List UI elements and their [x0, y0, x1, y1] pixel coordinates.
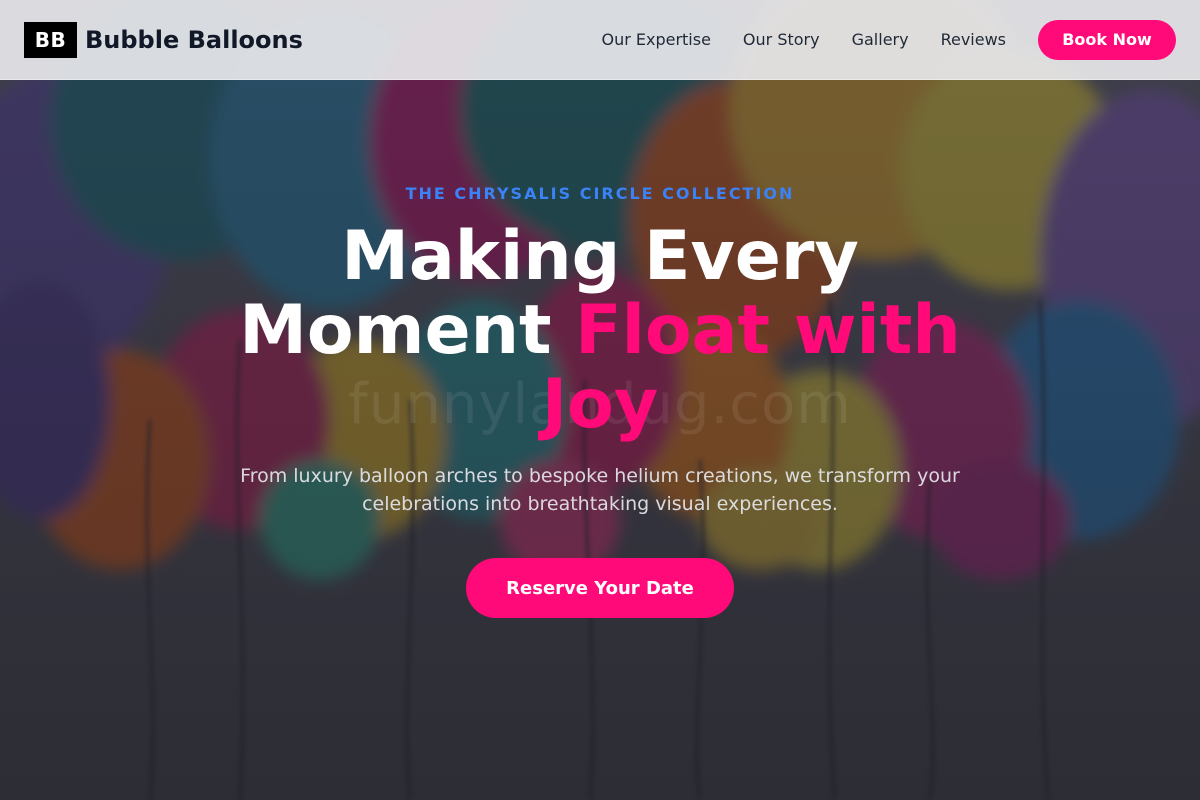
nav-link-our-story[interactable]: Our Story	[743, 30, 820, 49]
brand-logo[interactable]: BB Bubble Balloons	[24, 21, 303, 58]
hero-subtitle: From luxury balloon arches to bespoke he…	[240, 465, 960, 515]
book-now-button[interactable]: Book Now	[1038, 19, 1176, 60]
site-header: BB Bubble Balloons Our Expertise Our Sto…	[0, 0, 1200, 80]
hero-headline: Making Every Moment Float with Joy	[200, 220, 1000, 442]
brand-name: Bubble Balloons	[85, 25, 303, 54]
hero-section: THE CHRYSALIS CIRCLE COLLECTION funnylan…	[0, 80, 1200, 800]
reserve-date-button[interactable]: Reserve Your Date	[466, 558, 734, 618]
page: BB Bubble Balloons Our Expertise Our Sto…	[0, 0, 1200, 800]
nav-link-gallery[interactable]: Gallery	[852, 30, 909, 49]
main-nav: Our Expertise Our Story Gallery Reviews …	[601, 19, 1176, 60]
nav-link-our-expertise[interactable]: Our Expertise	[601, 30, 710, 49]
logo-mark: BB	[24, 21, 77, 58]
headline-accent: Float with Joy	[541, 291, 961, 444]
nav-link-reviews[interactable]: Reviews	[941, 30, 1006, 49]
hero-eyebrow: THE CHRYSALIS CIRCLE COLLECTION	[405, 184, 795, 203]
